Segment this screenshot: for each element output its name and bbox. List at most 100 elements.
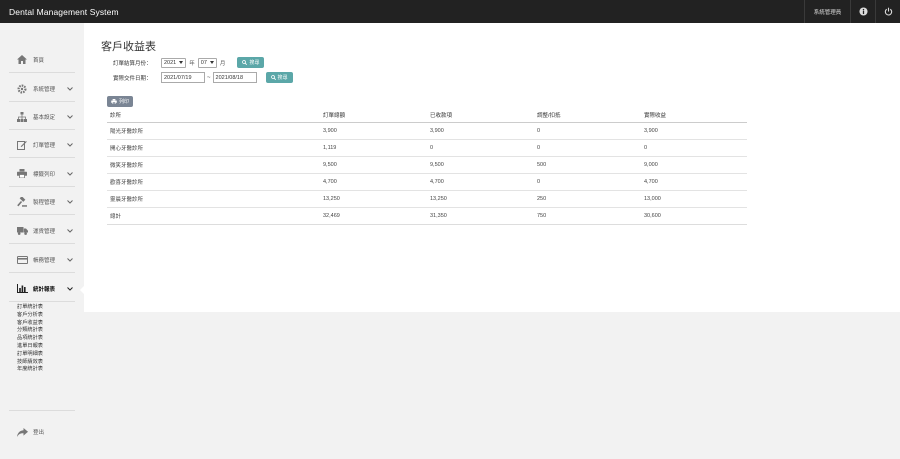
table-total-row: 總計 32,469 31,350 750 30,600 [107, 206, 747, 225]
sidebar-item-label: 帳務管理 [33, 257, 56, 264]
table-cell: 13,250 [427, 189, 534, 207]
table-cell: 13,250 [320, 189, 427, 207]
sidebar-item-label-print[interactable]: 標籤列印 [9, 161, 75, 187]
table-cell: 陽光牙醫診所 [110, 128, 144, 135]
table-cell: 250 [534, 189, 641, 207]
printer-icon [16, 168, 28, 180]
chevron-down-icon [65, 86, 75, 91]
table-cell: 3,900 [644, 127, 658, 134]
table-row: 陽光牙醫診所 3,900 3,900 0 3,900 [107, 122, 747, 139]
sidebar-item-label: 首頁 [33, 57, 45, 64]
month-unit: 月 [219, 60, 226, 67]
filter-label: 實際交件日期： [113, 75, 152, 82]
table-cell: 0 [641, 138, 747, 156]
table-cell: 開心牙醫診所 [107, 138, 320, 156]
table-cell: 1,119 [320, 138, 427, 156]
search-icon [270, 75, 276, 80]
sidebar-item-reports[interactable]: 統計報表 [9, 276, 75, 302]
month-select[interactable]: 07 [197, 57, 217, 68]
table-cell: 500 [534, 155, 641, 173]
sidebar: 首頁 系統管理 基本設定 訂單管理 標籤列印 製程管理 運貨管理 帳務管理 統計… [0, 23, 84, 459]
sidebar-item-label: 系統管理 [33, 86, 56, 93]
chevron-down-icon [65, 171, 75, 176]
year-select[interactable]: 2021 [161, 57, 187, 68]
print-button[interactable]: 列印 [107, 96, 134, 107]
date-separator: ~ [207, 74, 211, 81]
search-button[interactable]: 搜尋 [265, 72, 293, 83]
page-title: 客戶收益表 [101, 41, 156, 53]
sidebar-item-label: 運貨管理 [33, 228, 56, 235]
column-header: 已收款項 [427, 109, 534, 123]
search-button[interactable]: 搜尋 [237, 57, 265, 68]
table-cell: 9,500 [427, 155, 534, 173]
sidebar-item-system[interactable]: 系統管理 [9, 76, 75, 102]
chevron-down-icon [65, 114, 75, 119]
chevron-down-icon [65, 199, 75, 204]
table-cell: 4,700 [320, 172, 427, 190]
share-arrow-icon [16, 426, 28, 438]
power-button[interactable] [875, 0, 900, 23]
table-cell: 750 [534, 206, 641, 225]
column-header: 調整/扣抵 [534, 109, 641, 123]
table-header-row: 診所 訂單總額 已收款項 調整/扣抵 實際收益 [107, 109, 747, 123]
power-icon [884, 7, 892, 16]
chevron-down-icon [65, 257, 75, 262]
sidebar-item-logout[interactable]: 登出 [9, 419, 75, 445]
submenu-item[interactable]: 年度統計表 [17, 366, 43, 374]
table-cell: 0 [427, 138, 534, 156]
column-header: 實際收益 [641, 109, 747, 123]
top-navbar: Dental Management System 系統管理員 [0, 0, 900, 23]
submenu-item[interactable]: 訂單統計表 [17, 304, 43, 312]
active-indicator [80, 285, 85, 295]
sidebar-item-home[interactable]: 首頁 [9, 47, 75, 73]
user-menu[interactable]: 系統管理員 [804, 0, 850, 23]
sidebar-item-process[interactable]: 製程管理 [9, 189, 75, 215]
table-cell: 微笑牙醫診所 [107, 155, 320, 173]
table-row: 歡喜牙醫診所 4,700 4,700 0 4,700 [107, 172, 747, 190]
edit-icon [16, 139, 28, 151]
table-cell: 3,900 [430, 127, 444, 134]
app-title[interactable]: Dental Management System [0, 7, 804, 17]
home-icon [16, 54, 28, 66]
truck-icon [16, 225, 28, 237]
table-cell: 32,469 [320, 206, 427, 225]
credit-card-icon [16, 254, 28, 266]
search-icon [242, 60, 248, 65]
table-cell: 9,000 [641, 155, 747, 173]
sidebar-item-label: 製程管理 [33, 199, 56, 206]
sidebar-item-label: 基本設定 [33, 114, 56, 121]
chevron-down-icon [65, 286, 75, 291]
filter-date-row: 實際交件日期： 2021/07/19 ~ 2021/08/18 搜尋 [113, 72, 293, 83]
gavel-icon [16, 196, 28, 208]
table-cell: 歡喜牙醫診所 [107, 172, 320, 190]
table-cell: 13,000 [641, 189, 747, 207]
table-cell: 靈晨牙醫診所 [107, 189, 320, 207]
column-header: 診所 [107, 109, 320, 123]
submenu-item[interactable]: 品項統計表 [17, 335, 43, 343]
chevron-down-icon [65, 228, 75, 233]
chevron-down-icon [65, 142, 75, 147]
submenu-item[interactable]: 訂單明細表 [17, 351, 43, 359]
sidebar-item-label: 訂單管理 [33, 142, 56, 149]
sidebar-item-basic-settings[interactable]: 基本設定 [9, 104, 75, 130]
info-icon [858, 7, 868, 16]
table-cell: 3,900 [323, 127, 337, 134]
sidebar-item-label: 登出 [33, 430, 45, 436]
filter-month-row: 訂單結算月份： 2021 年 07 月 搜尋 [113, 57, 265, 68]
date-from-input[interactable]: 2021/07/19 [161, 72, 205, 83]
sidebar-item-orders[interactable]: 訂單管理 [9, 132, 75, 158]
submenu-item[interactable]: 進單日報表 [17, 343, 43, 351]
reports-submenu: 訂單統計表 客戶分析表 客戶收益表 分類統計表 品項統計表 進單日報表 訂單明細… [17, 304, 43, 374]
printer-icon [111, 99, 117, 104]
revenue-table: 診所 訂單總額 已收款項 調整/扣抵 實際收益 陽光牙醫診所 3,900 3,9… [107, 109, 747, 225]
sitemap-icon [16, 111, 28, 123]
sidebar-item-shipping[interactable]: 運貨管理 [9, 218, 75, 244]
submenu-item[interactable]: 客戶分析表 [17, 312, 43, 320]
gear-icon [16, 83, 28, 95]
date-to-input[interactable]: 2021/08/18 [212, 72, 257, 83]
table-cell: 4,700 [641, 172, 747, 190]
sidebar-item-accounting[interactable]: 帳務管理 [9, 247, 75, 273]
main-content: 客戶收益表 訂單結算月份： 2021 年 07 月 搜尋 實際交件日期： 202… [84, 23, 900, 312]
info-button[interactable] [850, 0, 875, 23]
filter-label: 訂單結算月份： [113, 60, 152, 67]
